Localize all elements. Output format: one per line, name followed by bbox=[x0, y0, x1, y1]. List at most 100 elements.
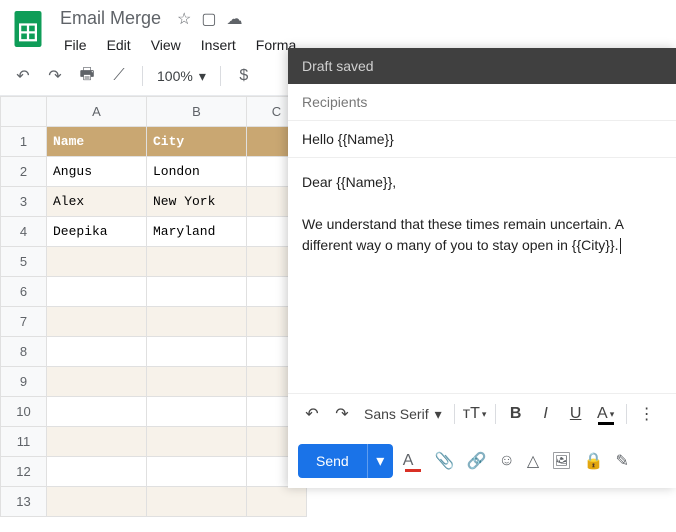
move-icon[interactable]: ▢ bbox=[201, 9, 216, 29]
row-header[interactable]: 10 bbox=[1, 397, 47, 427]
cell[interactable]: Deepika bbox=[47, 217, 147, 247]
insert-emoji-button[interactable]: ☺ bbox=[499, 452, 515, 470]
row-header[interactable]: 5 bbox=[1, 247, 47, 277]
sheets-logo[interactable] bbox=[10, 6, 46, 52]
cloud-status-icon[interactable]: ☁ bbox=[227, 9, 243, 29]
row-header[interactable]: 1 bbox=[1, 127, 47, 157]
attach-file-button[interactable]: 📎 bbox=[435, 451, 455, 471]
cell[interactable]: Alex bbox=[47, 187, 147, 217]
subject-field[interactable]: Hello {{Name}} bbox=[288, 121, 676, 158]
underline-button[interactable]: U bbox=[562, 400, 590, 428]
menu-bar: File Edit View Insert Forma bbox=[56, 33, 304, 57]
signature-button[interactable]: ✎ bbox=[615, 451, 628, 471]
send-options-button[interactable]: ▾ bbox=[367, 444, 393, 478]
compose-status[interactable]: Draft saved bbox=[288, 48, 676, 84]
row-header[interactable]: 9 bbox=[1, 367, 47, 397]
text-color-icon: A bbox=[597, 405, 608, 423]
cell[interactable] bbox=[47, 457, 147, 487]
redo-icon: ↷ bbox=[335, 404, 348, 424]
insert-drive-button[interactable]: △ bbox=[527, 451, 539, 471]
cell[interactable] bbox=[47, 487, 147, 517]
attach-icons: A 📎 🔗 ☺ △ 🖼 🔒 ✎ bbox=[403, 451, 629, 471]
menu-edit[interactable]: Edit bbox=[99, 33, 139, 57]
doc-title[interactable]: Email Merge bbox=[56, 6, 165, 31]
italic-button[interactable]: I bbox=[532, 400, 560, 428]
row-header[interactable]: 8 bbox=[1, 337, 47, 367]
cell[interactable] bbox=[147, 487, 247, 517]
row-header[interactable]: 7 bbox=[1, 307, 47, 337]
font-size-icon: тT bbox=[463, 405, 480, 423]
underline-icon: U bbox=[570, 405, 582, 423]
font-size-button[interactable]: тT▾ bbox=[461, 400, 489, 428]
col-header-a[interactable]: A bbox=[47, 97, 147, 127]
row-header[interactable]: 4 bbox=[1, 217, 47, 247]
currency-button[interactable]: $ bbox=[231, 63, 257, 89]
pen-icon: ✎ bbox=[615, 451, 628, 471]
bold-button[interactable]: B bbox=[502, 400, 530, 428]
attach-icon: 📎 bbox=[435, 451, 455, 471]
row-header[interactable]: 13 bbox=[1, 487, 47, 517]
confidential-mode-button[interactable]: 🔒 bbox=[584, 451, 604, 471]
undo-icon: ↶ bbox=[305, 404, 318, 424]
recipients-field[interactable]: Recipients bbox=[288, 84, 676, 121]
cell[interactable] bbox=[47, 307, 147, 337]
text-color-button[interactable]: A▾ bbox=[592, 400, 620, 428]
print-button[interactable]: 🖶 bbox=[74, 63, 100, 89]
cell[interactable] bbox=[47, 277, 147, 307]
cell[interactable] bbox=[147, 277, 247, 307]
zoom-picker[interactable]: 100%▾ bbox=[153, 68, 210, 85]
star-icon[interactable]: ☆ bbox=[177, 9, 191, 29]
compose-window: Draft saved Recipients Hello {{Name}} De… bbox=[288, 48, 676, 488]
cell[interactable] bbox=[47, 397, 147, 427]
cell[interactable]: Maryland bbox=[147, 217, 247, 247]
menu-file[interactable]: File bbox=[56, 33, 95, 57]
select-all-cell[interactable] bbox=[1, 97, 47, 127]
row-header[interactable]: 11 bbox=[1, 427, 47, 457]
redo-button[interactable]: ↷ bbox=[42, 63, 68, 89]
cell[interactable]: City bbox=[147, 127, 247, 157]
chevron-down-icon: ▾ bbox=[199, 68, 206, 85]
separator bbox=[220, 66, 221, 86]
send-button[interactable]: Send bbox=[298, 444, 367, 478]
cell[interactable] bbox=[147, 307, 247, 337]
font-name: Sans Serif bbox=[364, 406, 429, 422]
menu-view[interactable]: View bbox=[143, 33, 189, 57]
cell[interactable]: Angus bbox=[47, 157, 147, 187]
row-header[interactable]: 12 bbox=[1, 457, 47, 487]
send-bar: Send ▾ A 📎 🔗 ☺ △ 🖼 🔒 ✎ bbox=[288, 434, 676, 488]
image-icon: 🖼 bbox=[551, 451, 571, 471]
link-icon: 🔗 bbox=[467, 451, 487, 471]
cell[interactable]: Name bbox=[47, 127, 147, 157]
row-header[interactable]: 3 bbox=[1, 187, 47, 217]
undo-button[interactable]: ↶ bbox=[298, 400, 326, 428]
body-field[interactable]: Dear {{Name}}, We understand that these … bbox=[288, 158, 676, 393]
cell[interactable] bbox=[47, 427, 147, 457]
drive-icon: △ bbox=[527, 451, 539, 471]
row-header[interactable]: 6 bbox=[1, 277, 47, 307]
text-format-button[interactable]: A bbox=[403, 452, 423, 470]
undo-button[interactable]: ↶ bbox=[10, 63, 36, 89]
undo-icon: ↶ bbox=[16, 66, 29, 86]
more-format-button[interactable]: ⋮ bbox=[633, 400, 661, 428]
cell[interactable] bbox=[147, 427, 247, 457]
col-header-b[interactable]: B bbox=[147, 97, 247, 127]
cell[interactable] bbox=[47, 367, 147, 397]
cell[interactable] bbox=[247, 487, 307, 517]
cell[interactable] bbox=[47, 247, 147, 277]
paint-format-button[interactable]: ⟋ bbox=[106, 63, 132, 89]
cell[interactable] bbox=[147, 367, 247, 397]
cell[interactable] bbox=[47, 337, 147, 367]
cell[interactable] bbox=[147, 337, 247, 367]
cell[interactable]: New York bbox=[147, 187, 247, 217]
cell[interactable] bbox=[147, 247, 247, 277]
row-header[interactable]: 2 bbox=[1, 157, 47, 187]
font-picker[interactable]: Sans Serif▾ bbox=[358, 406, 448, 423]
cell[interactable] bbox=[147, 397, 247, 427]
chevron-down-icon: ▾ bbox=[610, 409, 615, 420]
insert-link-button[interactable]: 🔗 bbox=[467, 451, 487, 471]
menu-insert[interactable]: Insert bbox=[193, 33, 244, 57]
cell[interactable] bbox=[147, 457, 247, 487]
redo-button[interactable]: ↷ bbox=[328, 400, 356, 428]
cell[interactable]: London bbox=[147, 157, 247, 187]
insert-image-button[interactable]: 🖼 bbox=[551, 451, 571, 471]
